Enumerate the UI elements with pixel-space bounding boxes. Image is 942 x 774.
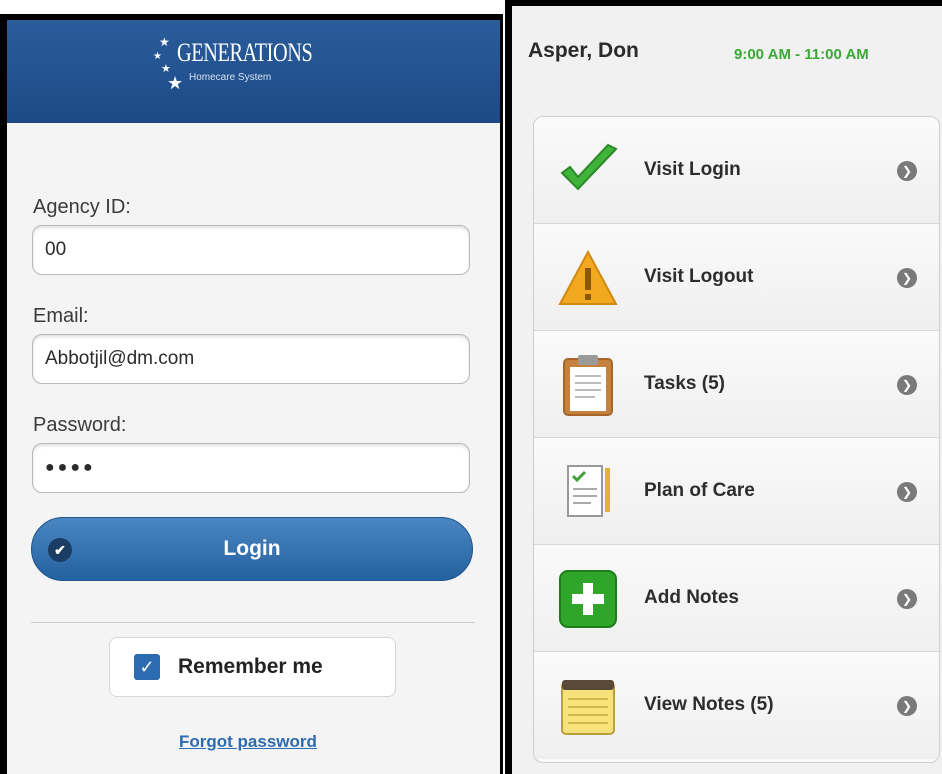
email-label: Email:	[33, 305, 89, 327]
divider	[31, 622, 475, 623]
login-panel: ★ ★ ★ ★ GENERATIONS Homecare System Agen…	[7, 20, 500, 774]
menu-item-visit-login[interactable]: Visit Login ❯	[534, 117, 939, 224]
email-input[interactable]: Abbotjil@dm.com	[32, 334, 470, 384]
login-button-label: Login	[223, 537, 281, 560]
remember-me-label: Remember me	[178, 655, 323, 678]
chevron-right-icon: ❯	[897, 696, 917, 716]
generations-logo: ★ ★ ★ ★ GENERATIONS Homecare System	[147, 30, 367, 100]
chevron-right-icon: ❯	[897, 482, 917, 502]
patient-name: Asper, Don	[528, 39, 639, 62]
password-value: ●●●●	[45, 459, 96, 476]
chevron-right-icon: ❯	[897, 268, 917, 288]
login-screen: ★ ★ ★ ★ GENERATIONS Homecare System Agen…	[0, 14, 503, 774]
menu-item-label: Plan of Care	[644, 480, 755, 501]
green-checkmark-icon	[560, 143, 618, 191]
menu-item-label: Tasks (5)	[644, 373, 725, 394]
agency-id-label: Agency ID:	[33, 196, 131, 218]
document-icon	[567, 465, 610, 517]
chevron-right-icon: ❯	[897, 161, 917, 181]
star-icon: ★	[153, 51, 162, 62]
menu-item-tasks[interactable]: Tasks (5) ❯	[534, 331, 939, 438]
menu-item-label: Add Notes	[644, 587, 739, 608]
password-input[interactable]: ●●●●	[32, 443, 470, 493]
menu-item-add-notes[interactable]: Add Notes ❯	[534, 545, 939, 652]
agency-id-input[interactable]: 00	[32, 225, 470, 275]
visit-screen: Asper, Don 9:00 AM - 11:00 AM Visit Logi…	[505, 0, 942, 774]
password-label: Password:	[33, 414, 127, 436]
chevron-right-icon: ❯	[897, 375, 917, 395]
remember-me-toggle[interactable]: ✓ Remember me	[109, 637, 396, 697]
forgot-password-link[interactable]: Forgot password	[179, 732, 317, 752]
menu-item-label: View Notes (5)	[644, 694, 774, 715]
app-header: ★ ★ ★ ★ GENERATIONS Homecare System	[7, 20, 500, 123]
chevron-right-icon: ❯	[897, 589, 917, 609]
check-circle-icon: ✔	[48, 538, 72, 562]
star-icon: ★	[167, 73, 184, 93]
brand-subtitle: Homecare System	[189, 72, 272, 83]
visit-panel: Asper, Don 9:00 AM - 11:00 AM Visit Logi…	[512, 6, 942, 774]
menu-item-view-notes[interactable]: View Notes (5) ❯	[534, 652, 939, 759]
menu-item-plan-of-care[interactable]: Plan of Care ❯	[534, 438, 939, 545]
agency-id-value: 00	[45, 239, 67, 260]
remember-me-checkbox[interactable]: ✓	[134, 654, 160, 680]
menu-item-label: Visit Logout	[644, 266, 754, 287]
email-value: Abbotjil@dm.com	[45, 348, 195, 369]
menu-item-label: Visit Login	[644, 159, 741, 180]
menu-item-visit-logout[interactable]: Visit Logout ❯	[534, 224, 939, 331]
clipboard-icon	[563, 355, 613, 416]
add-plus-icon	[559, 570, 617, 628]
warning-icon	[558, 249, 618, 305]
login-button[interactable]: ✔ Login	[31, 517, 473, 581]
visit-time: 9:00 AM - 11:00 AM	[734, 46, 869, 63]
star-icon: ★	[159, 35, 170, 49]
visit-menu: Visit Login ❯ Visit Logout ❯ Tasks (5) ❯…	[533, 116, 940, 763]
notepad-icon	[561, 680, 615, 735]
brand-title: GENERATIONS	[177, 38, 313, 67]
